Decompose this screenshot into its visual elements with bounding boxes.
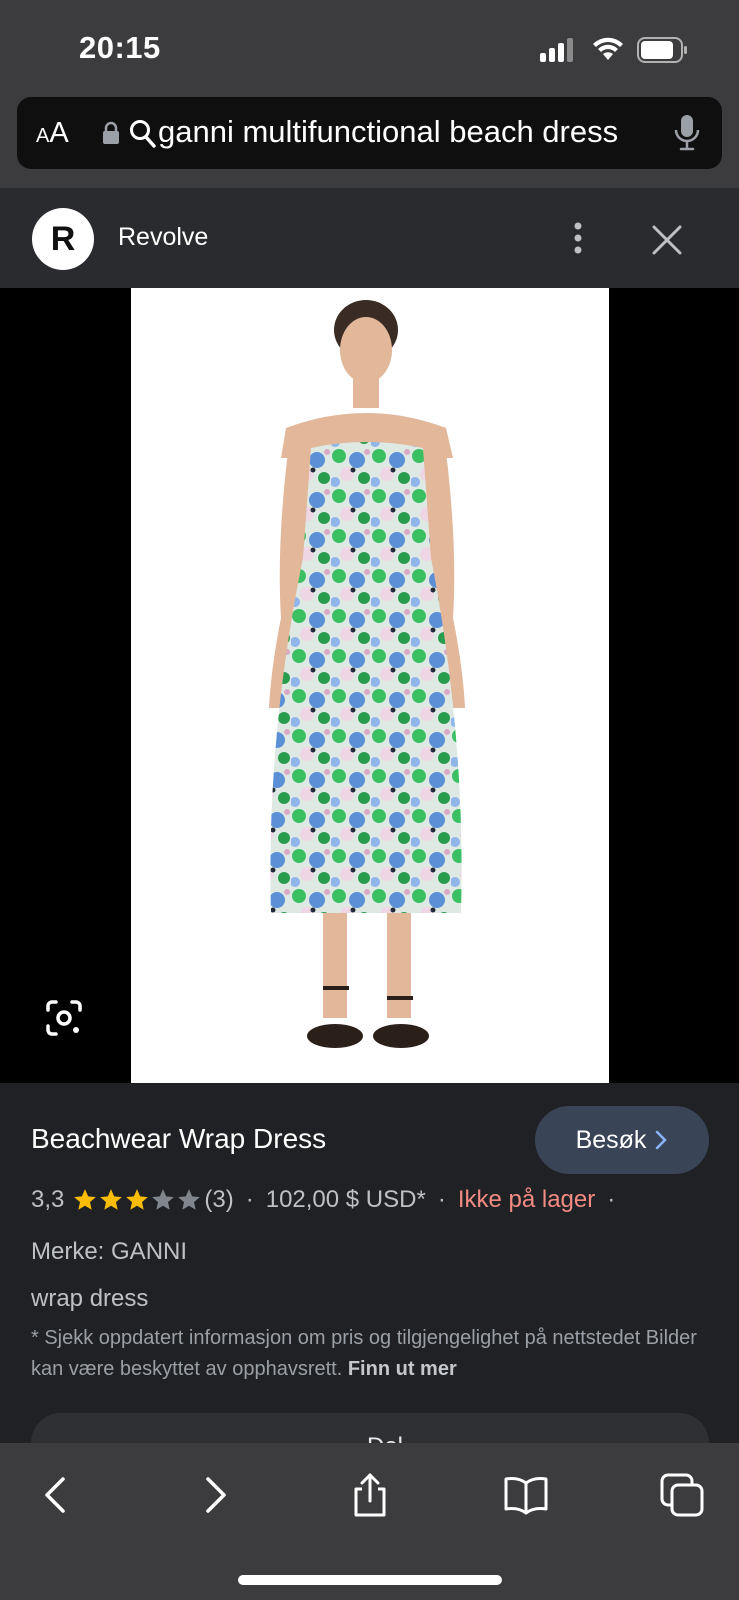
lock-icon — [103, 121, 119, 144]
share-icon[interactable] — [348, 1473, 392, 1517]
wifi-icon — [593, 37, 623, 60]
disclaimer: * Sjekk oppdatert informasjon om pris og… — [31, 1323, 721, 1385]
learn-more-link[interactable]: Finn ut mer — [348, 1358, 457, 1380]
separator-dot: · — [245, 1186, 254, 1213]
product-info: Beachwear Wrap Dress Besøk 3,3 (3) · 102… — [0, 1083, 739, 1473]
text-size-button[interactable]: AA — [36, 117, 69, 150]
product-image[interactable] — [131, 288, 609, 1083]
rating-value: 3,3 — [31, 1186, 65, 1213]
separator-dot: · — [607, 1186, 616, 1213]
battery-icon — [637, 37, 687, 63]
stock-status: Ikke på lager — [457, 1186, 596, 1213]
star-filled-icon — [126, 1189, 149, 1210]
status-bar: 20:15 — [0, 0, 739, 94]
star-filled-icon — [74, 1189, 97, 1210]
brand-line: Merke: GANNI — [31, 1238, 188, 1265]
search-query[interactable]: ganni multifunctional beach dress — [158, 114, 618, 150]
page: 20:15 AA ganni multifunctional beach dre… — [0, 0, 739, 1600]
visit-button[interactable]: Besøk — [535, 1106, 709, 1174]
lens-icon[interactable] — [44, 998, 84, 1038]
dress-model-illustration — [269, 300, 465, 1048]
source-logo[interactable]: R — [32, 208, 94, 270]
close-icon[interactable] — [650, 223, 684, 257]
review-count: (3) — [204, 1186, 234, 1213]
cellular-signal-icon — [540, 38, 576, 62]
bookmarks-icon[interactable] — [504, 1473, 548, 1517]
tabs-icon[interactable] — [660, 1473, 704, 1517]
price: 102,00 $ USD* — [265, 1186, 426, 1213]
rating-price-line: 3,3 (3) · 102,00 $ USD* · Ikke på lager … — [31, 1186, 627, 1214]
product-title: Beachwear Wrap Dress — [31, 1123, 327, 1154]
source-header: R Revolve — [0, 188, 739, 288]
chevron-right-icon — [656, 1130, 668, 1150]
visit-button-label: Besøk — [575, 1125, 647, 1154]
address-bar-area: AA ganni multifunctional beach dress — [0, 94, 739, 188]
search-icon — [130, 120, 156, 148]
mic-icon[interactable] — [674, 114, 700, 152]
rating-stars — [72, 1187, 202, 1213]
product-type: wrap dress — [31, 1285, 149, 1312]
text-size-small: A — [36, 125, 50, 147]
forward-icon[interactable] — [192, 1473, 236, 1517]
star-filled-icon — [100, 1189, 123, 1210]
text-size-big: A — [49, 117, 69, 149]
separator-dot: · — [437, 1186, 446, 1213]
star-empty-icon — [152, 1189, 175, 1210]
image-viewer — [0, 288, 739, 1083]
address-bar[interactable]: AA ganni multifunctional beach dress — [17, 97, 722, 169]
star-empty-icon — [178, 1189, 201, 1210]
back-icon[interactable] — [35, 1473, 79, 1517]
status-time: 20:15 — [79, 30, 161, 65]
home-indicator[interactable] — [238, 1575, 502, 1585]
more-vert-icon[interactable] — [568, 218, 588, 258]
source-name[interactable]: Revolve — [118, 223, 208, 252]
